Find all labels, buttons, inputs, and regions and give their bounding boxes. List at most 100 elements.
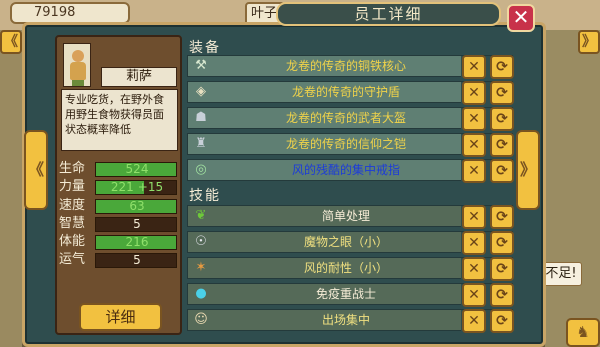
- stat-row-luck: 运气 5: [59, 251, 180, 269]
- skill-row[interactable]: ● 免疫重战士 ✕ ⟳: [187, 283, 515, 307]
- swap-skill-button[interactable]: ⟳: [490, 257, 514, 281]
- skill-row[interactable]: ✶ 风的耐性（小） ✕ ⟳: [187, 257, 515, 281]
- swap-button[interactable]: ⟳: [490, 107, 514, 131]
- forget-skill-button[interactable]: ✕: [462, 309, 486, 333]
- equipment-row[interactable]: ⚒ 龙卷的传奇的铜铁核心 ✕ ⟳: [187, 55, 515, 79]
- leaf-icon: ❦: [195, 208, 207, 223]
- equipment-name: 龙卷的传奇的守护盾: [291, 85, 400, 99]
- stat-row-stamina: 体能 216: [59, 233, 180, 251]
- skill-name: 魔物之眼（小）: [303, 235, 388, 249]
- skills-section-title: 技能: [189, 188, 221, 204]
- swap-skill-button[interactable]: ⟳: [490, 205, 514, 229]
- swap-button[interactable]: ⟳: [490, 81, 514, 105]
- stat-row-strength: 力量 221 +15: [59, 178, 180, 196]
- background-right-corner-button[interactable]: 》: [578, 30, 600, 54]
- orb-icon: ●: [195, 286, 207, 301]
- stat-row-hp: 生命 524: [59, 160, 180, 178]
- forget-skill-button[interactable]: ✕: [462, 231, 486, 255]
- skill-row[interactable]: ☺ 出场集中 ✕ ⟳: [187, 309, 515, 333]
- paw-icon[interactable]: ♞: [566, 318, 600, 347]
- character-card: 莉萨 专业吃货，在野外食用野生食物获得员面状态概率降低 生命 524 力量 22…: [55, 35, 182, 335]
- row-actions: ✕ ⟳: [461, 205, 515, 229]
- stat-value: 5: [133, 253, 141, 268]
- row-actions: ✕ ⟳: [461, 309, 515, 333]
- skill-name: 简单处理: [321, 209, 370, 223]
- stat-value: 216: [125, 235, 149, 250]
- unequip-button[interactable]: ✕: [462, 107, 486, 131]
- forget-skill-button[interactable]: ✕: [462, 257, 486, 281]
- equipment-name: 龙卷的传奇的铜铁核心: [285, 59, 406, 73]
- row-actions: ✕ ⟳: [461, 133, 515, 157]
- swap-skill-button[interactable]: ⟳: [490, 309, 514, 333]
- portrait-body: [70, 62, 86, 80]
- stat-label: 智慧: [59, 215, 86, 231]
- gold-counter: 79198: [10, 2, 130, 24]
- stat-bar: 63: [95, 198, 177, 214]
- ring-icon: ◎: [195, 162, 207, 177]
- row-actions: ✕ ⟳: [461, 159, 515, 183]
- equipment-row[interactable]: ◈ 龙卷的传奇的守护盾 ✕ ⟳: [187, 81, 515, 105]
- character-description: 专业吃货，在野外食用野生食物获得员面状态概率降低: [61, 89, 178, 151]
- hammer-icon: ⚒: [195, 58, 207, 73]
- stat-label: 运气: [59, 252, 86, 268]
- row-actions: ✕ ⟳: [461, 231, 515, 255]
- stat-value: 63: [129, 198, 145, 213]
- row-actions: ✕ ⟳: [461, 55, 515, 79]
- stat-label: 力量: [59, 179, 86, 195]
- swap-button[interactable]: ⟳: [490, 55, 514, 79]
- face-icon: ☺: [194, 312, 208, 327]
- next-employee-button[interactable]: 》: [516, 130, 540, 210]
- close-button[interactable]: ✕: [507, 4, 535, 32]
- helmet-icon: ☗: [195, 110, 207, 125]
- swap-skill-button[interactable]: ⟳: [490, 231, 514, 255]
- forget-skill-button[interactable]: ✕: [462, 205, 486, 229]
- swap-skill-button[interactable]: ⟳: [490, 283, 514, 307]
- wind-icon: ✶: [195, 260, 207, 275]
- unequip-button[interactable]: ✕: [462, 133, 486, 157]
- detail-button[interactable]: 详细: [79, 303, 162, 331]
- skill-row[interactable]: ❦ 简单处理 ✕ ⟳: [187, 205, 515, 229]
- stat-bonus: +15: [137, 180, 164, 195]
- stat-row-wisdom: 智慧 5: [59, 215, 180, 233]
- skill-row[interactable]: ☉ 魔物之眼（小） ✕ ⟳: [187, 231, 515, 255]
- stat-bar: 5: [95, 216, 177, 232]
- equipment-row[interactable]: ◎ 风的残酷的集中戒指 ✕ ⟳: [187, 159, 515, 183]
- stat-label: 速度: [59, 197, 86, 213]
- equipment-name: 龙卷的传奇的武者大盔: [285, 111, 406, 125]
- background-left-strip: [0, 30, 22, 347]
- stat-bar: 221 +15: [95, 180, 177, 196]
- unequip-button[interactable]: ✕: [462, 159, 486, 183]
- equipment-section-title: 装备: [189, 40, 221, 56]
- row-actions: ✕ ⟳: [461, 81, 515, 105]
- stat-label: 生命: [59, 161, 86, 176]
- stat-bar: 5: [95, 253, 177, 269]
- skill-name: 出场集中: [321, 313, 370, 327]
- background-notice: 不足!: [540, 262, 582, 286]
- equipment-name: 风的残酷的集中戒指: [291, 163, 400, 177]
- row-actions: ✕ ⟳: [461, 283, 515, 307]
- stat-value: 5: [133, 216, 141, 231]
- equipment-row[interactable]: ♜ 龙卷的传奇的信仰之铠 ✕ ⟳: [187, 133, 515, 157]
- portrait-legs: [72, 80, 84, 86]
- stat-row-speed: 速度 63: [59, 197, 180, 215]
- skill-name: 免疫重战士: [315, 287, 376, 301]
- background-left-corner-button[interactable]: 《: [0, 30, 22, 54]
- stat-bar: 524: [95, 162, 177, 177]
- dialog-title: 员工详细: [276, 2, 501, 26]
- equipment-name: 龙卷的传奇的信仰之铠: [285, 137, 406, 151]
- prev-employee-button[interactable]: 《: [24, 130, 48, 210]
- swap-button[interactable]: ⟳: [490, 133, 514, 157]
- shield-icon: ◈: [196, 84, 206, 99]
- stat-bar: 216: [95, 235, 177, 251]
- stat-value: 524: [125, 162, 149, 176]
- swap-button[interactable]: ⟳: [490, 159, 514, 183]
- skill-name: 风的耐性（小）: [303, 261, 388, 275]
- portrait-head: [72, 50, 84, 62]
- unequip-button[interactable]: ✕: [462, 55, 486, 79]
- unequip-button[interactable]: ✕: [462, 81, 486, 105]
- forget-skill-button[interactable]: ✕: [462, 283, 486, 307]
- background-right-strip: [545, 30, 600, 347]
- armor-icon: ♜: [195, 136, 207, 151]
- character-portrait: [63, 43, 91, 87]
- equipment-row[interactable]: ☗ 龙卷的传奇的武者大盔 ✕ ⟳: [187, 107, 515, 131]
